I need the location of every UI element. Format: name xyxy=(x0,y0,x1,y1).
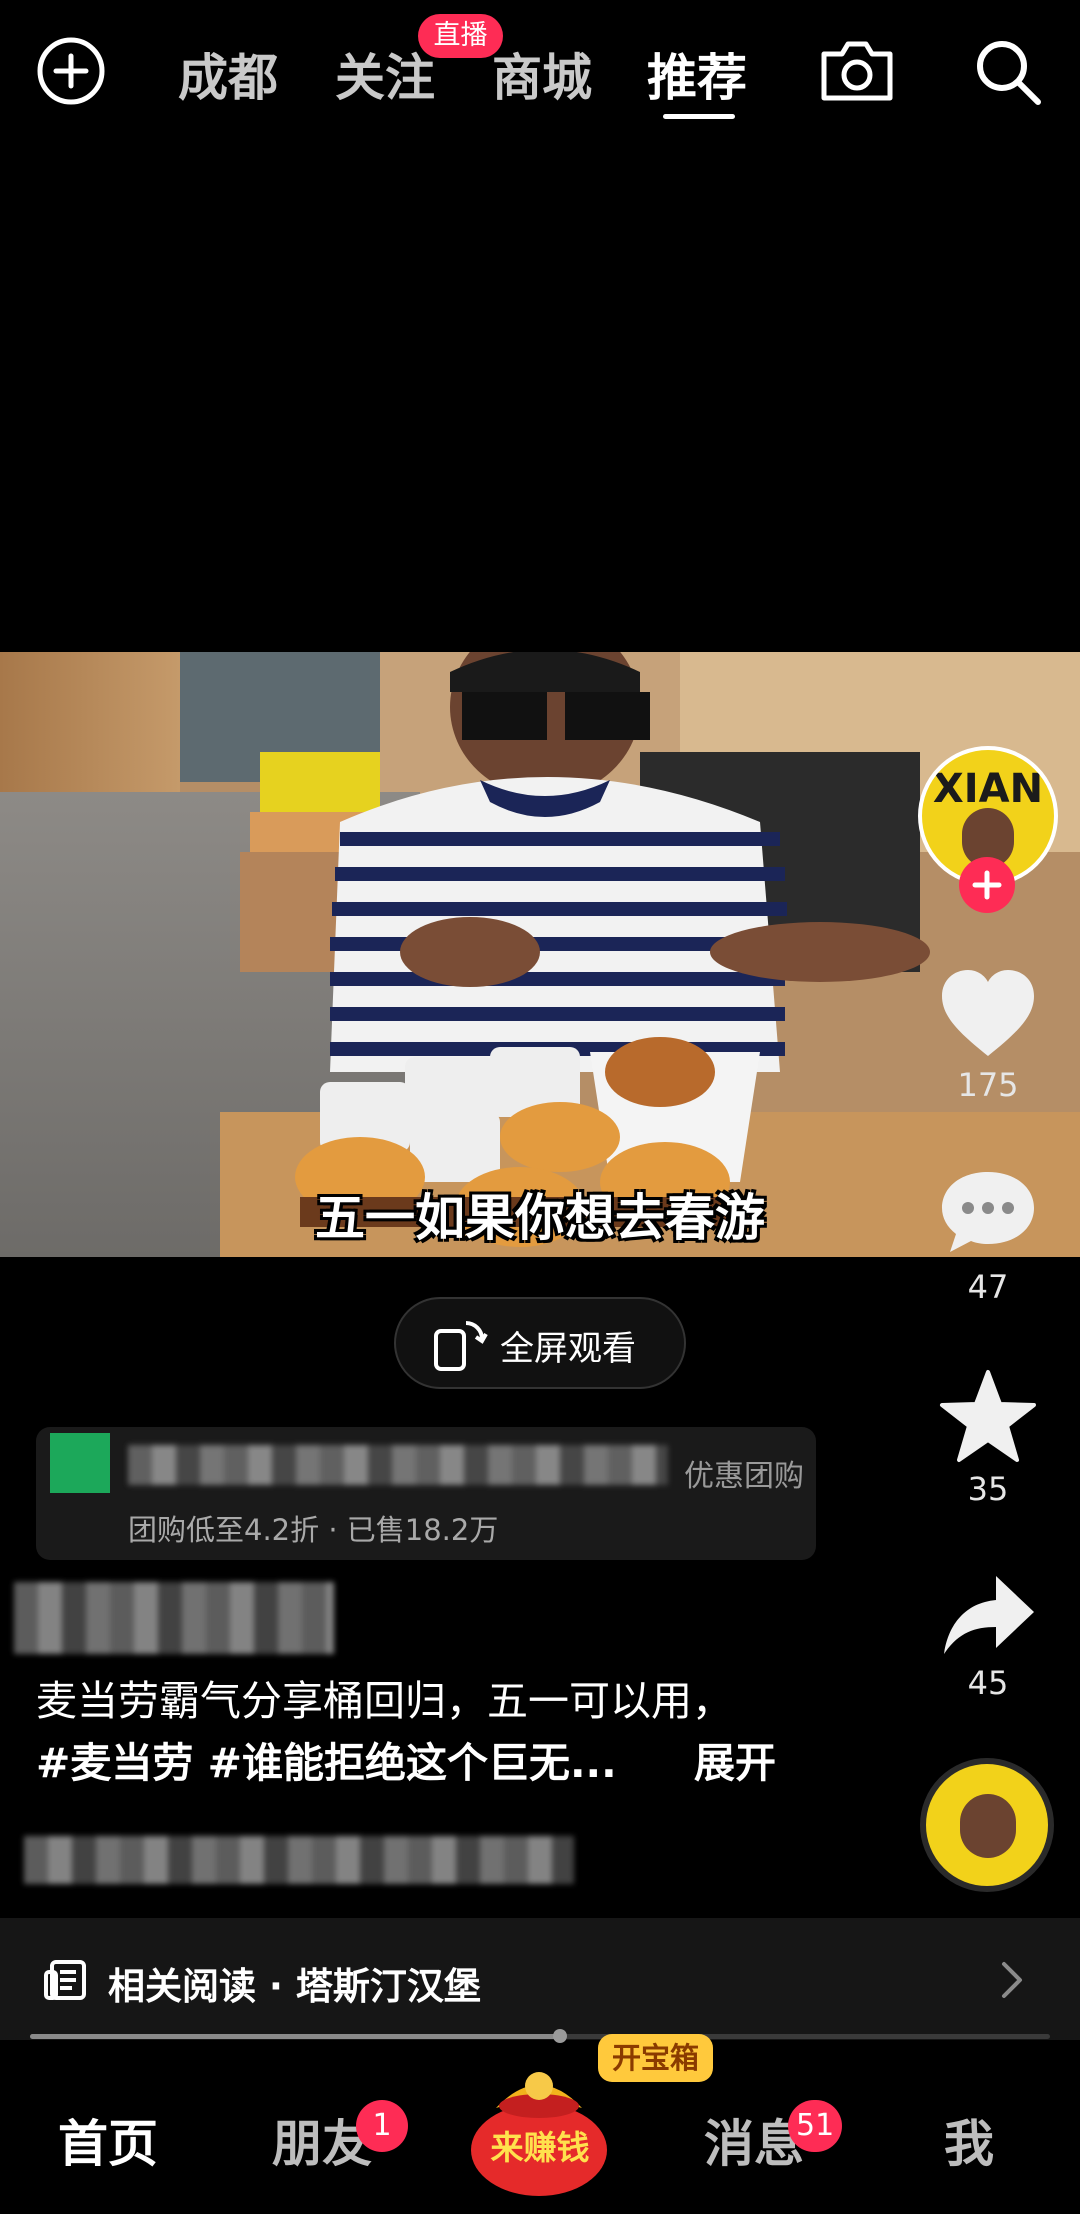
heart-icon xyxy=(942,970,1034,1056)
poi-card[interactable]: 优惠团购 团购低至4.2折 · 已售18.2万 xyxy=(36,1427,816,1560)
tab-chengdu[interactable]: 成都 xyxy=(178,38,278,110)
top-bar: 成都 关注 直播 商城 推荐 xyxy=(0,0,1080,150)
tab-recommended[interactable]: 推荐 xyxy=(647,38,747,110)
nav-me[interactable]: 我 xyxy=(944,2104,994,2176)
friends-badge: 1 xyxy=(356,2100,408,2152)
favorite-count: 35 xyxy=(967,1470,1009,1508)
treasure-box-tag[interactable]: 开宝箱 xyxy=(598,2034,714,2082)
like-button[interactable] xyxy=(938,966,1038,1062)
rotate-screen-icon xyxy=(434,1321,488,1371)
hashtags[interactable]: #麦当劳 #谁能拒绝这个巨无... xyxy=(36,1732,796,1794)
favorite-button[interactable] xyxy=(938,1368,1038,1464)
add-icon[interactable] xyxy=(36,36,106,106)
article-icon xyxy=(44,1960,86,2000)
tab-mall[interactable]: 商城 xyxy=(492,38,592,110)
nav-friends[interactable]: 朋友 xyxy=(272,2104,372,2176)
camera-icon[interactable] xyxy=(818,36,896,106)
comment-count: 47 xyxy=(967,1268,1009,1306)
progress-fill xyxy=(30,2034,561,2039)
plus-icon xyxy=(972,870,1002,900)
fullscreen-button[interactable]: 全屏观看 xyxy=(394,1297,686,1389)
related-reading-text: 相关阅读 · 塔斯汀汉堡 xyxy=(108,1965,481,2008)
comment-button[interactable] xyxy=(938,1166,1038,1258)
related-reading-bar[interactable]: 相关阅读 · 塔斯汀汉堡 xyxy=(0,1918,1080,2040)
author-name-blurred xyxy=(14,1582,334,1654)
nav-messages[interactable]: 消息 xyxy=(704,2104,804,2176)
video-description: 麦当劳霸气分享桶回归，五一可以用， #麦当劳 #谁能拒绝这个巨无... 展开 xyxy=(36,1670,796,1794)
chevron-right-icon xyxy=(1002,1962,1022,1998)
music-line-blurred xyxy=(24,1836,574,1884)
music-disc[interactable] xyxy=(920,1758,1054,1892)
avatar-text: XIAN xyxy=(932,766,1044,812)
poi-icon xyxy=(50,1433,110,1493)
comment-icon xyxy=(942,1172,1034,1252)
like-count: 175 xyxy=(957,1066,1019,1104)
poi-title-blurred xyxy=(128,1445,668,1485)
expand-button[interactable]: 展开 xyxy=(694,1732,776,1794)
active-tab-indicator xyxy=(663,114,735,119)
follow-plus-button[interactable] xyxy=(959,857,1015,913)
video-frame[interactable] xyxy=(0,652,1080,1257)
live-badge: 直播 xyxy=(418,14,503,58)
fullscreen-label: 全屏观看 xyxy=(500,1329,636,1369)
disc-face xyxy=(960,1794,1016,1858)
nav-home[interactable]: 首页 xyxy=(58,2104,158,2176)
messages-badge: 51 xyxy=(788,2100,843,2152)
share-arrow-icon xyxy=(944,1576,1034,1654)
earn-money-label: 来赚钱 xyxy=(490,2128,590,2167)
share-button[interactable] xyxy=(938,1570,1038,1660)
share-count: 45 xyxy=(967,1664,1009,1702)
progress-knob[interactable] xyxy=(553,2029,568,2043)
star-icon xyxy=(940,1370,1036,1462)
search-icon[interactable] xyxy=(972,36,1044,108)
video-caption: 五一如果你想去春游 xyxy=(315,1189,765,1247)
poi-tag: 优惠团购 xyxy=(684,1459,804,1494)
video-progress-bar[interactable] xyxy=(30,2029,1050,2043)
description-text: 麦当劳霸气分享桶回归，五一可以用， xyxy=(36,1677,733,1725)
tab-following[interactable]: 关注 xyxy=(335,38,435,110)
poi-subtitle: 团购低至4.2折 · 已售18.2万 xyxy=(128,1513,499,1547)
